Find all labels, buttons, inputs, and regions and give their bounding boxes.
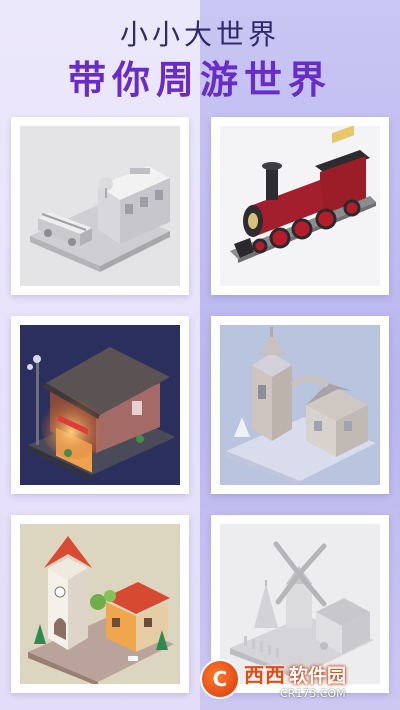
clock-tower-model-icon <box>220 325 380 485</box>
gallery-card-locomotive[interactable] <box>211 117 389 295</box>
steam-locomotive-model-icon <box>220 126 380 286</box>
colored-town-model-icon <box>20 524 180 684</box>
gallery-card-night-shop[interactable] <box>11 316 189 494</box>
night-shop-model-icon <box>20 325 180 485</box>
gallery-card-clock-tower[interactable] <box>211 316 389 494</box>
watermark: C 西西 软件园 CR173.COM <box>200 655 390 703</box>
watermark-brand: 西西 <box>244 662 286 687</box>
watermark-url: CR173.COM <box>280 686 346 700</box>
app-subtitle: 小小大世界 <box>119 18 280 51</box>
page-title: 带你周游世界 <box>67 58 332 102</box>
fire-station-model-icon <box>20 126 180 286</box>
gallery-card-colored-town[interactable] <box>11 515 189 693</box>
watermark-name: 软件园 <box>289 664 347 687</box>
header: 小小大世界 带你周游世界 <box>0 18 400 104</box>
watermark-logo-icon: C <box>200 659 240 699</box>
gallery-card-fire-station[interactable] <box>11 117 189 295</box>
